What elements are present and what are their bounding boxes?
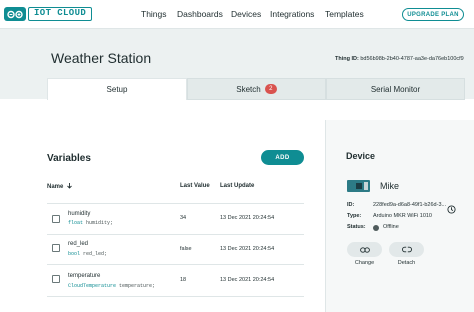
detach-label: Detach	[397, 260, 416, 266]
brand-logo[interactable]: IOT CLOUD	[4, 6, 93, 22]
nav-devices[interactable]: Devices	[231, 9, 261, 19]
column-name-label: Name	[47, 184, 64, 190]
column-name[interactable]: Name	[47, 183, 73, 191]
row-checkbox[interactable]	[52, 244, 60, 252]
column-last-update: Last Update	[220, 183, 255, 189]
column-last-value: Last Value	[180, 183, 210, 189]
nav-dashboards[interactable]: Dashboards	[177, 9, 223, 19]
tab-setup-label: Setup	[106, 85, 128, 94]
device-id-label: ID:	[347, 202, 355, 208]
upgrade-plan-button[interactable]: UPGRADE PLAN	[402, 8, 464, 21]
change-label: Change	[354, 260, 375, 266]
table-divider	[47, 234, 304, 235]
tab-sketch[interactable]: Sketch 2	[187, 78, 326, 100]
brand-name: IOT CLOUD	[28, 7, 93, 21]
add-variable-button[interactable]: ADD	[261, 150, 304, 165]
arduino-infinity-icon	[4, 7, 26, 21]
nav-things[interactable]: Things	[141, 9, 167, 19]
variable-last-update: 13 Dec 2021 20:24:54	[220, 277, 275, 283]
change-device-button[interactable]	[347, 242, 382, 257]
variable-declaration: bool red_led;	[68, 251, 107, 257]
sketch-badge: 2	[264, 84, 277, 94]
variable-identifier: red_led;	[83, 251, 108, 257]
device-name: Mike	[380, 181, 400, 191]
variable-last-value: 34	[180, 215, 187, 221]
row-checkbox[interactable]	[52, 275, 60, 283]
variables-title: Variables	[47, 153, 91, 164]
link-icon	[359, 246, 370, 253]
board-icon	[347, 180, 370, 192]
status-dot-icon	[373, 225, 379, 231]
variable-last-update: 13 Dec 2021 20:24:54	[220, 215, 275, 221]
top-navbar: IOT CLOUD Things Dashboards Devices Inte…	[0, 0, 474, 29]
thing-id: Thing ID: bd56b98b-2b40-4787-aa3e-da76eb…	[335, 56, 464, 62]
tab-serial-monitor-label: Serial Monitor	[370, 84, 421, 94]
table-divider	[47, 203, 304, 204]
arrow-down-icon	[67, 183, 73, 191]
variable-type: bool	[68, 251, 81, 257]
detach-device-button[interactable]	[389, 242, 424, 257]
unlink-icon	[401, 246, 412, 253]
variable-last-update: 13 Dec 2021 20:24:54	[220, 246, 275, 252]
device-section-title: Device	[346, 151, 376, 161]
thing-id-label: Thing ID:	[335, 56, 359, 62]
device-id-value: 228fed9a-d6a8-49f1-b26d-3...	[373, 202, 447, 208]
thing-id-value: bd56b98b-2b40-4787-aa3e-da76eb100cf9	[360, 56, 464, 62]
copy-icon[interactable]	[447, 201, 456, 214]
variable-type: float	[68, 220, 84, 226]
row-checkbox[interactable]	[52, 215, 60, 223]
tab-serial-monitor[interactable]: Serial Monitor	[326, 78, 465, 100]
variable-name[interactable]: humidity	[68, 211, 90, 217]
variable-last-value: 18	[180, 277, 187, 283]
device-type-value: Arduino MKR WiFi 1010	[373, 213, 432, 219]
nav-integrations[interactable]: Integrations	[270, 9, 314, 19]
device-type-label: Type:	[347, 213, 362, 219]
variable-identifier: temperature;	[119, 283, 156, 289]
variable-name[interactable]: temperature	[68, 273, 100, 279]
nav-templates[interactable]: Templates	[325, 9, 364, 19]
device-status-value: Offline	[383, 224, 399, 230]
variable-declaration: CloudTemperature temperature;	[68, 283, 155, 289]
tab-sketch-label: Sketch	[236, 84, 261, 94]
variable-last-value: false	[180, 246, 192, 252]
table-divider	[47, 296, 304, 297]
variable-type: CloudTemperature	[68, 283, 117, 289]
tab-setup[interactable]: Setup	[47, 78, 187, 100]
table-divider	[47, 264, 304, 265]
device-status-label: Status:	[347, 224, 366, 230]
page-title: Weather Station	[51, 50, 152, 66]
variable-name[interactable]: red_led	[68, 241, 88, 247]
variable-identifier: humidity;	[86, 220, 114, 226]
variable-declaration: float humidity;	[68, 220, 113, 226]
